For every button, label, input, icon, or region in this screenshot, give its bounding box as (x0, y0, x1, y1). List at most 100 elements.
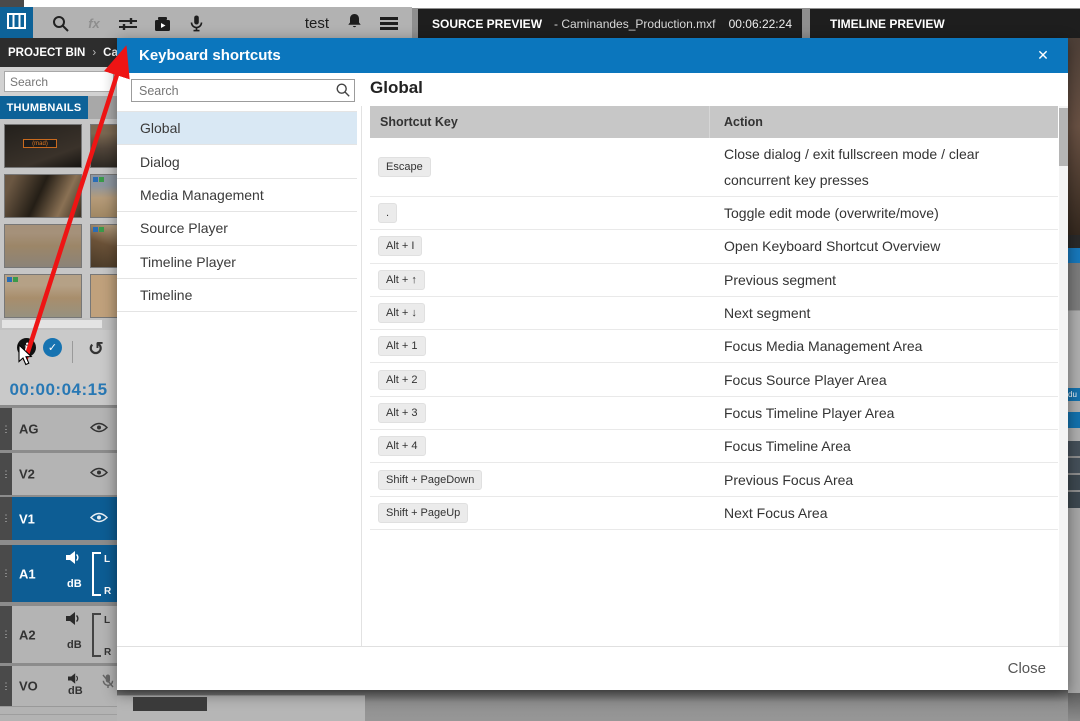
nav-item-timeline[interactable]: Timeline (117, 279, 357, 312)
breadcrumb-root[interactable]: PROJECT BIN (8, 47, 85, 59)
table-header-row: Shortcut Key Action (370, 106, 1058, 138)
audio-waveform-block (1068, 492, 1080, 508)
speaker-icon[interactable] (66, 612, 81, 630)
main-menu-button[interactable] (380, 14, 398, 32)
shortcut-action: Next Focus Area (710, 497, 1058, 529)
channel-left-label: L (104, 554, 110, 565)
close-button[interactable]: Close (1008, 660, 1046, 677)
shortcut-action: Previous segment (710, 264, 1058, 296)
track-header-v1[interactable]: ⋮ V1 (0, 497, 117, 540)
speaker-icon[interactable] (66, 551, 81, 569)
search-icon (336, 83, 350, 102)
thumbnail-item[interactable]: (mad) (4, 124, 82, 168)
timeline-clip[interactable]: du (1068, 388, 1080, 401)
track-header-v2[interactable]: ⋮ V2 (0, 453, 117, 495)
nav-item-media-management[interactable]: Media Management (117, 179, 357, 212)
shortcut-key-badge: Alt + I (378, 236, 422, 256)
effects-button[interactable]: fx (77, 7, 111, 40)
settings-sliders-button[interactable] (111, 7, 145, 40)
dialog-footer: Close (117, 646, 1068, 690)
thumbnail-item[interactable] (4, 224, 82, 268)
bin-search-area (0, 67, 117, 96)
panel-layout-icon (7, 13, 26, 34)
track-header-a1[interactable]: ⋮ A1 dB L R (0, 545, 117, 602)
nav-item-global[interactable]: Global (117, 112, 357, 145)
thumbnail-item[interactable] (90, 174, 117, 218)
eye-icon[interactable] (90, 510, 108, 528)
track-header-ag[interactable]: ⋮ AG (0, 408, 117, 450)
shortcut-action: Toggle edit mode (overwrite/move) (710, 197, 1058, 229)
track-drag-handle[interactable]: ⋮ (0, 545, 12, 602)
notifications-button[interactable] (347, 13, 362, 34)
player-timecode-row: 00:00:04:15 (0, 374, 117, 406)
record-voiceover-button[interactable] (179, 7, 213, 40)
dialog-close-button[interactable]: ✕ (1032, 45, 1054, 67)
eye-icon[interactable] (90, 465, 108, 483)
shortcut-key-badge: Alt + 3 (378, 403, 426, 423)
fx-icon: fx (88, 16, 100, 31)
track-drag-handle[interactable]: ⋮ (0, 497, 12, 540)
export-media-icon (154, 16, 171, 32)
export-media-button[interactable] (145, 7, 179, 40)
track-drag-handle[interactable]: ⋮ (0, 666, 12, 706)
channel-bracket (92, 552, 101, 596)
table-row[interactable]: Alt + 1 Focus Media Management Area (370, 330, 1058, 363)
track-header-a2[interactable]: ⋮ A2 dB L R (0, 606, 117, 663)
table-scrollbar-track[interactable] (1059, 106, 1068, 646)
content-divider (361, 106, 362, 646)
search-button[interactable] (43, 7, 77, 40)
panel-layout-button[interactable] (0, 7, 33, 40)
info-button[interactable]: i (17, 338, 36, 357)
eye-icon[interactable] (90, 420, 108, 438)
audio-waveform-block (1068, 475, 1080, 490)
table-row[interactable]: Shift + PageDown Previous Focus Area (370, 463, 1058, 496)
user-label: test (305, 15, 329, 32)
table-row[interactable]: Shift + PageUp Next Focus Area (370, 497, 1058, 530)
nav-item-source-player[interactable]: Source Player (117, 212, 357, 245)
source-preview-timecode: 00:06:22:24 (729, 17, 792, 31)
table-row[interactable]: Alt + 4 Focus Timeline Area (370, 430, 1058, 463)
shortcut-search-input[interactable] (131, 79, 355, 102)
track-label: A2 (19, 627, 36, 642)
breadcrumb[interactable]: PROJECT BIN › Ca (0, 38, 117, 67)
track-drag-handle[interactable]: ⋮ (0, 453, 12, 495)
undo-button[interactable]: ↺ (88, 338, 104, 360)
mic-muted-icon[interactable] (102, 674, 114, 694)
track-label: V1 (19, 511, 35, 526)
approve-button[interactable]: ✓ (43, 338, 62, 357)
section-title: Global (370, 78, 423, 98)
table-row[interactable]: Escape Close dialog / exit fullscreen mo… (370, 138, 1058, 197)
nav-item-dialog[interactable]: Dialog (117, 145, 357, 178)
source-preview-filename: - Caminandes_Production.mxf (554, 17, 715, 31)
thumbnail-item[interactable] (90, 124, 117, 168)
track-header-vo[interactable]: ⋮ VO dB (0, 666, 117, 706)
shortcut-key-badge: Alt + ↑ (378, 270, 425, 290)
table-row[interactable]: Alt + 3 Focus Timeline Player Area (370, 397, 1058, 430)
table-row[interactable]: Alt + 2 Focus Source Player Area (370, 363, 1058, 396)
db-label[interactable]: dB (67, 578, 82, 590)
undo-icon: ↺ (88, 338, 104, 360)
bin-horizontal-scrollbar[interactable] (0, 318, 117, 330)
timeline-horizontal-scrollbar[interactable] (133, 697, 207, 711)
shortcut-key-badge: Shift + PageDown (378, 470, 482, 490)
db-label[interactable]: dB (67, 639, 82, 651)
thumbnail-badges (93, 227, 104, 232)
table-row[interactable]: . Toggle edit mode (overwrite/move) (370, 197, 1058, 230)
shortcut-table: Shortcut Key Action Escape Close dialog … (370, 106, 1058, 530)
track-drag-handle[interactable]: ⋮ (0, 408, 12, 450)
db-label[interactable]: dB (68, 685, 83, 697)
thumbnail-item[interactable] (90, 274, 117, 318)
table-row[interactable]: Alt + ↓ Next segment (370, 297, 1058, 330)
thumbnail-item[interactable] (90, 224, 117, 268)
app-window: fx test (0, 0, 1080, 721)
table-row[interactable]: Alt + I Open Keyboard Shortcut Overview (370, 230, 1058, 263)
audio-waveform-block (1068, 458, 1080, 473)
table-scrollbar-thumb[interactable] (1059, 108, 1068, 166)
tab-thumbnails[interactable]: THUMBNAILS (0, 96, 88, 119)
thumbnail-item[interactable] (4, 274, 82, 318)
thumbnail-item[interactable] (4, 174, 82, 218)
bin-search-input[interactable] (4, 71, 114, 92)
track-drag-handle[interactable]: ⋮ (0, 606, 12, 663)
nav-item-timeline-player[interactable]: Timeline Player (117, 246, 357, 279)
table-row[interactable]: Alt + ↑ Previous segment (370, 264, 1058, 297)
